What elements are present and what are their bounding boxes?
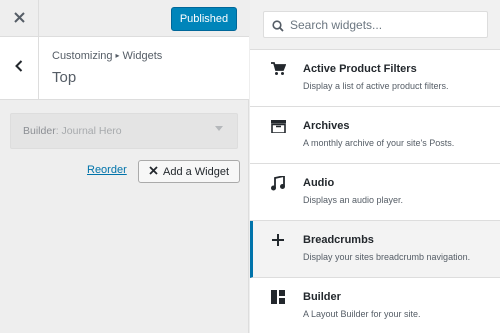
widget-description: A Layout Builder for your site. bbox=[303, 309, 421, 319]
customizer-panel: Published Customizing ▸ Widgets Top Builde… bbox=[0, 0, 249, 333]
builder-select-label: Builder bbox=[23, 125, 56, 137]
builder-select[interactable]: Builder: Journal Hero bbox=[10, 113, 238, 149]
cart-icon bbox=[270, 61, 286, 77]
breadcrumb: Customizing ▸ Widgets bbox=[52, 50, 162, 62]
widget-description: A monthly archive of your site's Posts. bbox=[303, 138, 455, 148]
caret-down-icon bbox=[215, 126, 223, 131]
search-icon bbox=[272, 19, 284, 37]
add-widget-button[interactable]: Add a Widget bbox=[138, 160, 240, 183]
widget-search-input[interactable] bbox=[290, 16, 480, 34]
widget-name: Audio bbox=[303, 177, 335, 189]
widget-list: Active Product Filters Display a list of… bbox=[250, 50, 500, 333]
builder-select-value: Journal Hero bbox=[61, 125, 122, 137]
customizer-header: Published bbox=[0, 0, 249, 37]
widget-item-builder[interactable]: Builder A Layout Builder for your site. bbox=[250, 278, 500, 333]
back-button[interactable] bbox=[0, 37, 39, 99]
widget-item-audio[interactable]: Audio Displays an audio player. bbox=[250, 164, 500, 221]
widget-search-box bbox=[263, 11, 488, 38]
close-x-icon bbox=[149, 165, 158, 178]
widget-name: Archives bbox=[303, 120, 350, 132]
close-icon bbox=[13, 10, 25, 28]
widget-name: Breadcrumbs bbox=[303, 234, 374, 246]
music-note-icon bbox=[270, 175, 286, 191]
reorder-link[interactable]: Reorder bbox=[87, 164, 127, 176]
breadcrumb-child: Widgets bbox=[122, 50, 163, 62]
widget-name: Builder bbox=[303, 291, 341, 303]
layout-icon bbox=[270, 289, 286, 305]
available-widgets-panel: Active Product Filters Display a list of… bbox=[250, 0, 500, 333]
widget-description: Display your sites breadcrumb navigation… bbox=[303, 252, 471, 262]
section-header: Customizing ▸ Widgets Top bbox=[0, 37, 249, 100]
archive-icon bbox=[270, 118, 286, 134]
plus-icon bbox=[270, 232, 286, 248]
close-button[interactable] bbox=[0, 0, 39, 37]
add-widget-label: Add a Widget bbox=[163, 165, 230, 178]
widget-search-bar bbox=[250, 0, 500, 50]
widget-description: Displays an audio player. bbox=[303, 195, 404, 205]
widget-item-active-product-filters[interactable]: Active Product Filters Display a list of… bbox=[250, 50, 500, 107]
breadcrumb-separator: ▸ bbox=[115, 51, 120, 60]
widget-name: Active Product Filters bbox=[303, 63, 417, 75]
widget-item-breadcrumbs[interactable]: Breadcrumbs Display your sites breadcrum… bbox=[250, 221, 500, 278]
chevron-left-icon bbox=[15, 59, 23, 77]
widget-item-archives[interactable]: Archives A monthly archive of your site'… bbox=[250, 107, 500, 164]
breadcrumb-parent: Customizing bbox=[52, 50, 113, 62]
section-title: Top bbox=[52, 69, 77, 86]
publish-button[interactable]: Published bbox=[171, 7, 237, 31]
widget-description: Display a list of active product filters… bbox=[303, 81, 449, 91]
